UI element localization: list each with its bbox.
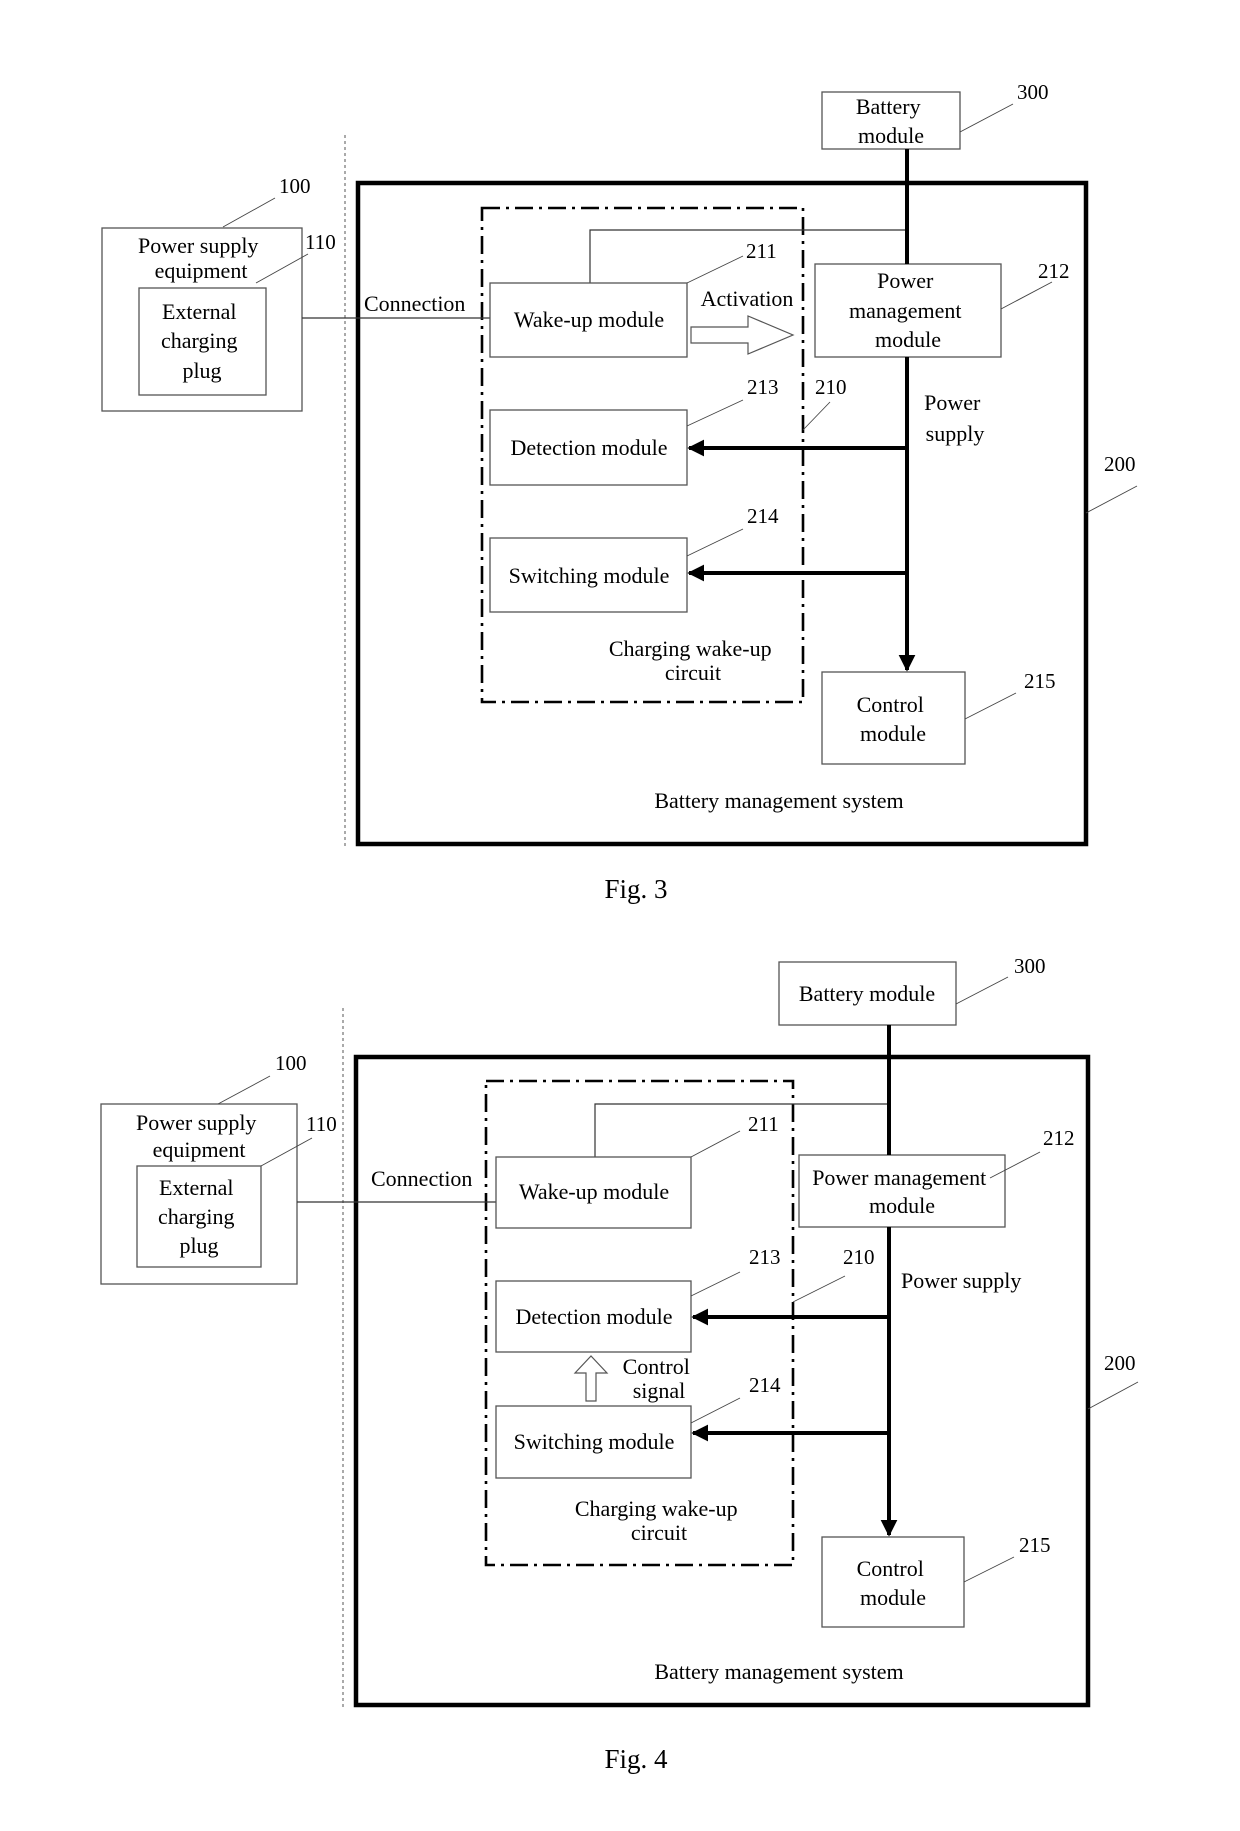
ref-300: 300	[1014, 954, 1046, 978]
ref-100-leader	[222, 197, 276, 228]
ref-211-leader	[690, 1130, 741, 1158]
ref-211: 211	[748, 1112, 779, 1136]
detection-module-label: Detection module	[510, 435, 667, 460]
wakeup-module-label: Wake-up module	[514, 307, 664, 332]
ref-212: 212	[1038, 259, 1070, 283]
power-supply-equipment-block: Power supply equipment External charging…	[100, 1051, 337, 1285]
ref-200: 200	[1104, 1351, 1136, 1375]
activation-label: Activation	[701, 286, 794, 311]
ref-214: 214	[747, 504, 779, 528]
control-module-box	[821, 1536, 965, 1628]
power-supply-equipment-label: Power supply equipment	[138, 233, 264, 283]
ref-215-leader	[964, 692, 1017, 720]
ref-214-leader	[686, 528, 744, 557]
control-signal-label: Control signal	[623, 1354, 696, 1403]
ref-213-leader	[686, 399, 744, 427]
power-supply-equipment-block: Power supply equipment External charging…	[101, 174, 336, 412]
ref-200-leader	[1085, 485, 1138, 514]
power-supply-label: Power supply	[901, 1268, 1021, 1293]
ref-100: 100	[279, 174, 311, 198]
figure-3: Power supply equipment External charging…	[101, 80, 1138, 904]
battery-management-system-label: Battery management system	[654, 1659, 903, 1684]
ref-110: 110	[306, 1112, 337, 1136]
activation-arrow-icon	[690, 315, 795, 355]
charging-wakeup-circuit-label: Charging wake-up circuit	[575, 1496, 743, 1545]
ref-100-leader	[217, 1075, 271, 1105]
wakeup-module-label: Wake-up module	[519, 1179, 669, 1204]
ref-200-leader	[1087, 1381, 1139, 1410]
ref-213-leader	[690, 1271, 741, 1297]
ref-213: 213	[749, 1245, 781, 1269]
ref-200: 200	[1104, 452, 1136, 476]
ref-214: 214	[749, 1373, 781, 1397]
wakeup-power-tap-line	[594, 1103, 889, 1157]
ref-215-leader	[963, 1556, 1015, 1583]
connection-label: Connection	[371, 1166, 472, 1191]
power-supply-label: Power supply	[924, 390, 986, 446]
battery-management-system-label: Battery management system	[654, 788, 903, 813]
ref-212-leader	[1000, 281, 1053, 310]
ref-215: 215	[1024, 669, 1056, 693]
figure-4: Power supply equipment External charging…	[100, 954, 1139, 1774]
ref-213: 213	[747, 375, 779, 399]
switching-module-label: Switching module	[509, 563, 670, 588]
ref-210: 210	[815, 375, 847, 399]
ref-211-leader	[686, 255, 744, 284]
ref-100: 100	[275, 1051, 307, 1075]
figure-3-caption: Fig. 3	[604, 874, 667, 904]
ref-300-leader	[959, 103, 1014, 133]
connection-label: Connection	[364, 291, 465, 316]
ref-211: 211	[746, 239, 777, 263]
switching-module-label: Switching module	[514, 1429, 675, 1454]
patent-figures-canvas: Power supply equipment External charging…	[100, 80, 1139, 1774]
ref-300-leader	[955, 976, 1009, 1005]
control-module-box	[821, 671, 966, 765]
ref-210-leader	[802, 401, 831, 431]
ref-110: 110	[305, 230, 336, 254]
charging-wakeup-circuit-label: Charging wake-up circuit	[609, 636, 777, 685]
ref-210: 210	[843, 1245, 875, 1269]
figure-4-caption: Fig. 4	[604, 1744, 668, 1774]
ref-212: 212	[1043, 1126, 1075, 1150]
ref-300: 300	[1017, 80, 1049, 104]
control-signal-arrow-icon	[573, 1355, 609, 1402]
ref-215: 215	[1019, 1533, 1051, 1557]
ref-210-leader	[792, 1275, 846, 1303]
detection-module-label: Detection module	[515, 1304, 672, 1329]
battery-management-system-box	[353, 1054, 1091, 1708]
battery-module-label: Battery module	[799, 981, 935, 1006]
ref-214-leader	[690, 1397, 741, 1424]
